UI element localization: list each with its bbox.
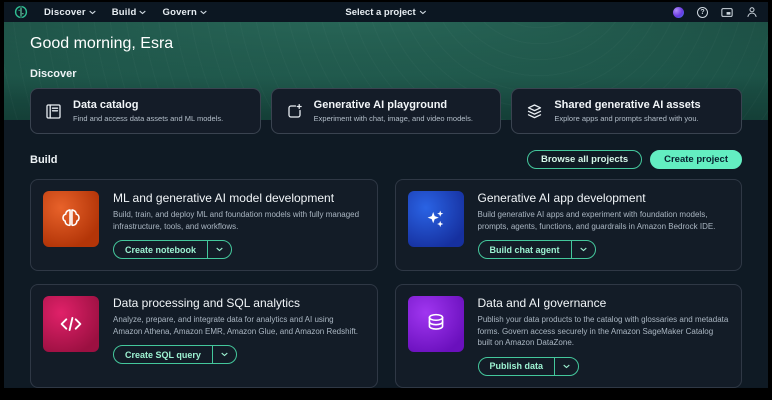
- card-body: Data processing and SQL analytics Analyz…: [113, 296, 365, 376]
- build-section: Build Browse all projects Create project: [4, 150, 768, 388]
- card-data-processing-sql-analytics[interactable]: Data processing and SQL analytics Analyz…: [30, 284, 378, 388]
- card-title: Data processing and SQL analytics: [113, 296, 365, 310]
- nav-menu-build[interactable]: Build: [112, 7, 147, 18]
- card-title: Shared generative AI assets: [554, 99, 700, 111]
- nav-utility-icons: ?: [673, 6, 758, 18]
- card-generative-ai-playground[interactable]: Generative AI playground Experiment with…: [271, 88, 502, 134]
- nav-menu-discover-label: Discover: [44, 7, 86, 18]
- chevron-down-icon: [563, 364, 570, 369]
- card-description: Explore apps and prompts shared with you…: [554, 114, 700, 123]
- build-section-header: Build Browse all projects Create project: [30, 150, 742, 169]
- card-description: Publish your data products to the catalo…: [478, 314, 730, 349]
- publish-data-dropdown-toggle[interactable]: [554, 358, 578, 375]
- project-selector-label: Select a project: [345, 7, 415, 18]
- build-chat-agent-button[interactable]: Build chat agent: [479, 241, 571, 258]
- code-icon: [43, 296, 99, 352]
- create-notebook-dropdown-toggle[interactable]: [207, 241, 231, 258]
- nav-menu-govern[interactable]: Govern: [162, 7, 206, 18]
- build-section-heading: Build: [30, 154, 58, 166]
- app-window: Discover Build Govern Select a project ?: [4, 2, 768, 388]
- page-title: Good morning, Esra: [30, 22, 742, 53]
- feedback-icon[interactable]: [721, 7, 733, 18]
- create-sql-query-dropdown-toggle[interactable]: [212, 346, 236, 363]
- create-notebook-button[interactable]: Create notebook: [114, 241, 207, 258]
- card-text: Data catalog Find and access data assets…: [73, 99, 223, 123]
- brain-icon: [43, 191, 99, 247]
- create-sql-query-button[interactable]: Create SQL query: [114, 346, 212, 363]
- create-notebook-split-button: Create notebook: [113, 240, 232, 259]
- discover-section-heading: Discover: [30, 68, 742, 80]
- nav-menu-discover[interactable]: Discover: [44, 7, 96, 18]
- amazon-q-icon[interactable]: [673, 7, 684, 18]
- card-body: ML and generative AI model development B…: [113, 191, 365, 259]
- browse-all-projects-button[interactable]: Browse all projects: [527, 150, 642, 169]
- project-selector[interactable]: Select a project: [345, 7, 426, 18]
- nav-menu-govern-label: Govern: [162, 7, 196, 18]
- playground-icon: [286, 103, 303, 120]
- chevron-down-icon: [216, 247, 223, 252]
- build-header-actions: Browse all projects Create project: [527, 150, 742, 169]
- chevron-down-icon: [200, 10, 207, 15]
- card-text: Generative AI playground Experiment with…: [314, 99, 473, 123]
- hero-banner: Good morning, Esra Discover Data catalog…: [4, 22, 768, 120]
- chevron-down-icon: [221, 352, 228, 357]
- help-icon[interactable]: ?: [697, 7, 708, 18]
- card-title: Generative AI playground: [314, 99, 473, 111]
- card-generative-ai-app-development[interactable]: Generative AI app development Build gene…: [395, 179, 743, 271]
- card-description: Experiment with chat, image, and video m…: [314, 114, 473, 123]
- shared-assets-icon: [526, 103, 543, 120]
- data-catalog-icon: [45, 103, 62, 120]
- nav-menu-build-label: Build: [112, 7, 137, 18]
- chevron-down-icon: [139, 10, 146, 15]
- chevron-down-icon: [420, 10, 427, 15]
- build-cards-grid: ML and generative AI model development B…: [30, 179, 742, 388]
- card-title: Data catalog: [73, 99, 223, 111]
- card-title: Data and AI governance: [478, 296, 730, 310]
- publish-data-split-button: Publish data: [478, 357, 580, 376]
- build-chat-agent-dropdown-toggle[interactable]: [571, 241, 595, 258]
- card-description: Build generative AI apps and experiment …: [478, 209, 730, 232]
- build-chat-agent-split-button: Build chat agent: [478, 240, 596, 259]
- database-icon: [408, 296, 464, 352]
- card-title: ML and generative AI model development: [113, 191, 365, 205]
- chevron-down-icon: [580, 247, 587, 252]
- top-nav: Discover Build Govern Select a project ?: [4, 2, 768, 22]
- sagemaker-unified-studio-logo-icon[interactable]: [14, 5, 28, 19]
- chevron-down-icon: [89, 10, 96, 15]
- card-title: Generative AI app development: [478, 191, 730, 205]
- card-text: Shared generative AI assets Explore apps…: [554, 99, 700, 123]
- card-description: Build, train, and deploy ML and foundati…: [113, 209, 365, 232]
- sparkles-icon: [408, 191, 464, 247]
- card-data-ai-governance[interactable]: Data and AI governance Publish your data…: [395, 284, 743, 388]
- card-shared-generative-ai-assets[interactable]: Shared generative AI assets Explore apps…: [511, 88, 742, 134]
- card-description: Find and access data assets and ML model…: [73, 114, 223, 123]
- discover-cards-row: Data catalog Find and access data assets…: [30, 88, 742, 134]
- create-project-button[interactable]: Create project: [650, 150, 742, 169]
- card-data-catalog[interactable]: Data catalog Find and access data assets…: [30, 88, 261, 134]
- profile-icon[interactable]: [746, 6, 758, 18]
- card-ml-model-development[interactable]: ML and generative AI model development B…: [30, 179, 378, 271]
- card-body: Generative AI app development Build gene…: [478, 191, 730, 259]
- card-body: Data and AI governance Publish your data…: [478, 296, 730, 376]
- card-description: Analyze, prepare, and integrate data for…: [113, 314, 365, 337]
- publish-data-button[interactable]: Publish data: [479, 358, 555, 375]
- create-sql-query-split-button: Create SQL query: [113, 345, 237, 364]
